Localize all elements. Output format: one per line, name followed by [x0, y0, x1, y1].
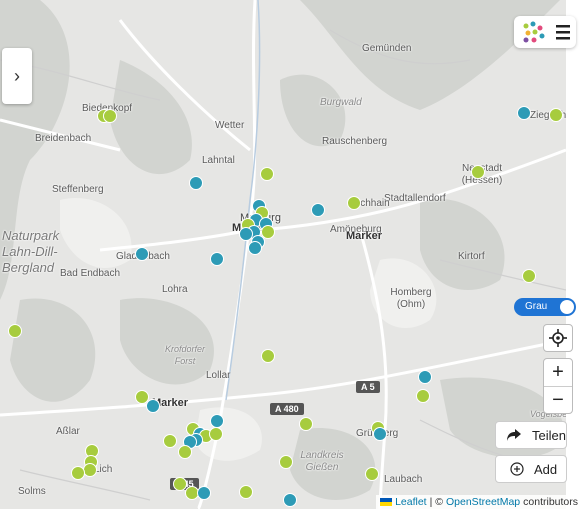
region-label: Naturpark Lahn-Dill-Bergland: [2, 228, 60, 275]
place-label: Bad Endbach: [60, 268, 121, 279]
share-button-label: Teilen: [532, 427, 566, 443]
zoom-out-button[interactable]: −: [544, 386, 572, 413]
place-label: Landkreis Gießen: [300, 450, 344, 473]
place-label: Stadtallendorf: [384, 193, 446, 204]
map-marker-green[interactable]: [279, 455, 293, 469]
map-marker-blue[interactable]: [311, 203, 325, 217]
ukraine-flag-icon: [380, 498, 393, 506]
map-marker-blue[interactable]: [283, 493, 297, 507]
side-panel-toggle[interactable]: ›: [2, 48, 32, 104]
place-label: Solms: [18, 486, 46, 497]
place-label: Lohra: [162, 284, 188, 295]
marker-cluster-label[interactable]: Marker: [346, 230, 382, 242]
share-arrow-icon: [507, 429, 521, 441]
map-marker-green[interactable]: [163, 434, 177, 448]
toggle-label: Grau: [525, 301, 548, 312]
place-label: Rauschenberg: [322, 136, 388, 147]
place-label: Kirtorf: [458, 251, 485, 262]
map-marker-green[interactable]: [239, 485, 253, 499]
place-label: Homberg (Ohm): [390, 287, 432, 310]
place-label: Lollar: [206, 370, 231, 381]
add-button-label: Add: [534, 461, 558, 477]
map-marker-green[interactable]: [178, 445, 192, 459]
attribution-separator: | ©: [429, 496, 443, 508]
place-label: Aßlar: [56, 426, 80, 437]
map-marker-blue[interactable]: [189, 176, 203, 190]
chevron-right-icon: ›: [14, 65, 20, 86]
place-label: Krofdorfer Forst: [164, 344, 206, 366]
app-logo-menu[interactable]: [514, 16, 576, 48]
toggle-knob: [560, 300, 574, 314]
map-marker-green[interactable]: [416, 389, 430, 403]
share-button[interactable]: Teilen: [495, 421, 567, 449]
zoom-in-button[interactable]: +: [544, 359, 572, 386]
locate-button[interactable]: [543, 324, 573, 352]
map-marker-green[interactable]: [549, 108, 563, 122]
map-attribution: Leaflet | © OpenStreetMap contributors: [376, 495, 582, 509]
map-marker-green[interactable]: [71, 466, 85, 480]
leaflet-link[interactable]: Leaflet: [395, 496, 427, 508]
map-marker-blue[interactable]: [135, 247, 149, 261]
map-marker-blue[interactable]: [210, 252, 224, 266]
place-label: Steffenberg: [52, 184, 104, 195]
place-label: Burgwald: [320, 97, 362, 108]
map-marker-blue[interactable]: [146, 399, 160, 413]
map-marker-green[interactable]: [261, 349, 275, 363]
grayscale-layer-toggle[interactable]: Grau: [514, 298, 576, 316]
plus-circle-icon: [510, 462, 524, 476]
map-marker-green[interactable]: [365, 467, 379, 481]
plus-icon: +: [552, 361, 564, 383]
minus-icon: −: [552, 389, 564, 411]
osm-link[interactable]: OpenStreetMap: [446, 496, 520, 508]
map-marker-green[interactable]: [299, 417, 313, 431]
place-label: Lahntal: [202, 155, 235, 166]
map-container[interactable]: Gemünden Burgwald Wetter Rauschenberg La…: [0, 0, 582, 509]
map-marker-green[interactable]: [347, 196, 361, 210]
highway-shield: A 5: [356, 381, 380, 393]
map-marker-green[interactable]: [471, 165, 485, 179]
place-label: Laubach: [384, 474, 423, 485]
map-marker-blue[interactable]: [197, 486, 211, 500]
map-marker-blue[interactable]: [373, 427, 387, 441]
right-edge-strip: [566, 0, 582, 509]
place-label: Gemünden: [362, 43, 412, 54]
add-button[interactable]: Add: [495, 455, 567, 483]
app-logo-icon: [523, 21, 570, 43]
map-marker-green[interactable]: [103, 109, 117, 123]
crosshair-icon: [549, 329, 567, 347]
place-label: Wetter: [215, 120, 245, 131]
map-marker-blue[interactable]: [210, 414, 224, 428]
zoom-control: + −: [543, 358, 573, 414]
map-marker-blue[interactable]: [517, 106, 531, 120]
map-marker-blue[interactable]: [418, 370, 432, 384]
map-marker-green[interactable]: [8, 324, 22, 338]
place-label: Breidenbach: [35, 133, 92, 144]
highway-shield: A 480: [270, 403, 304, 415]
map-marker-green[interactable]: [209, 427, 223, 441]
attribution-contributors: contributors: [523, 496, 578, 508]
map-marker-green[interactable]: [522, 269, 536, 283]
map-marker-green[interactable]: [83, 463, 97, 477]
map-marker-green[interactable]: [260, 167, 274, 181]
map-marker-blue[interactable]: [248, 241, 262, 255]
